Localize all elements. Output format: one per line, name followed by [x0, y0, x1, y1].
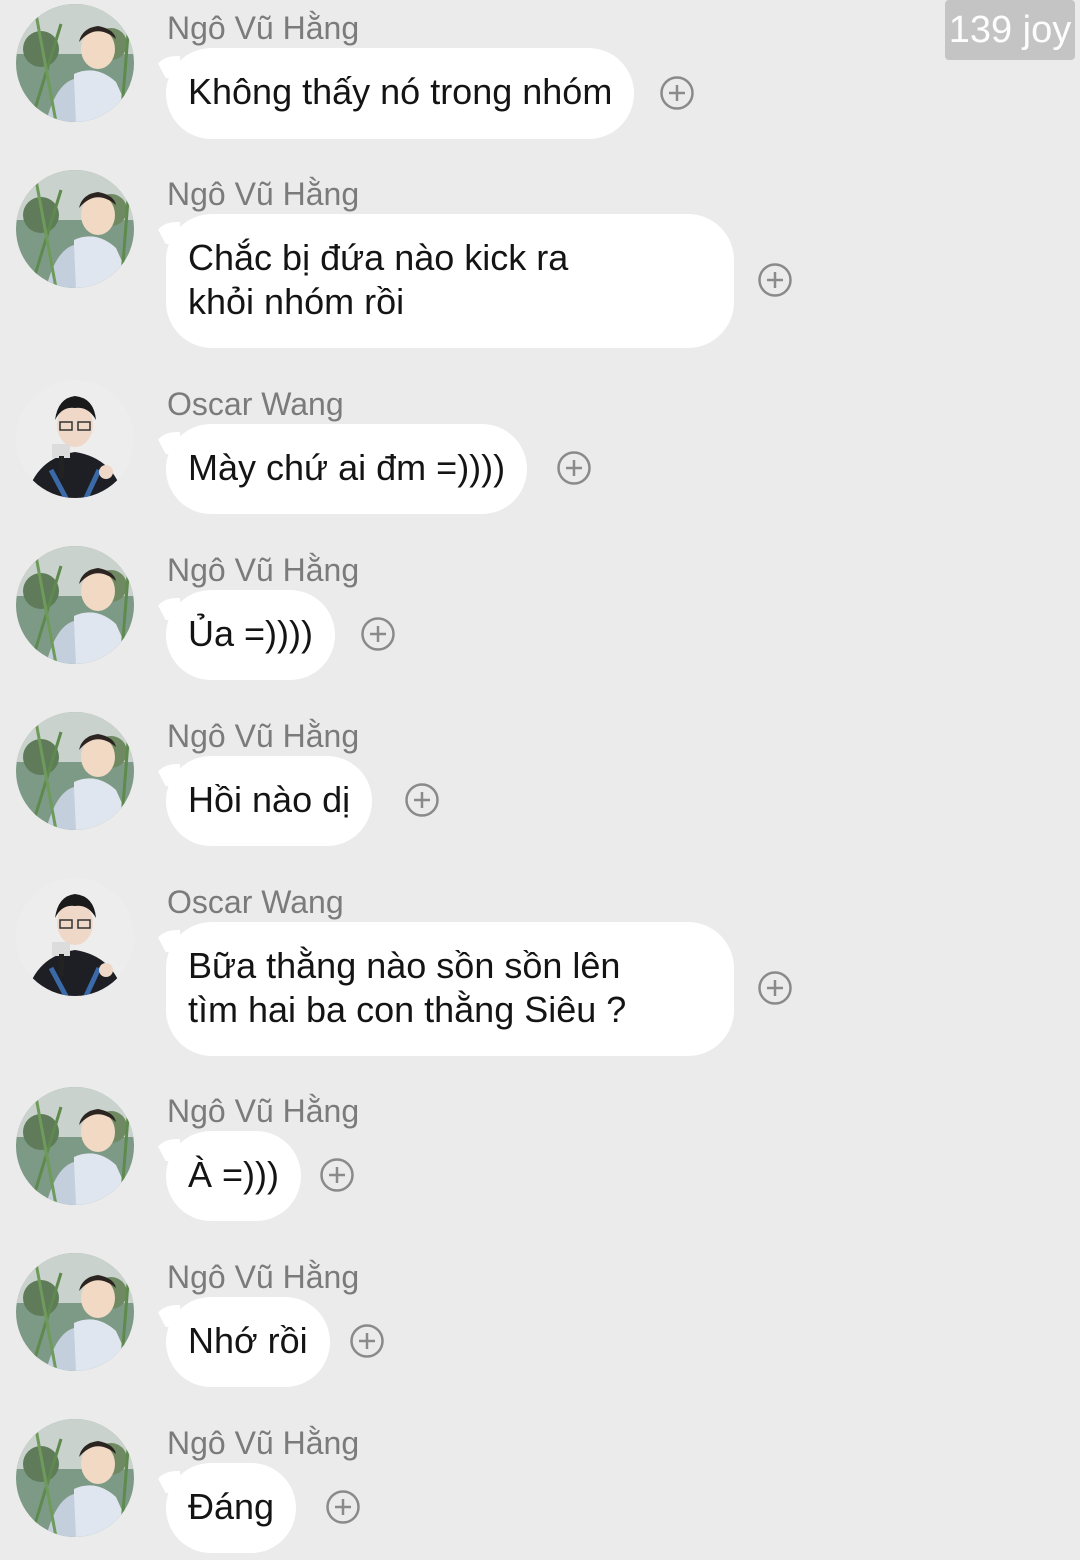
- sender-name: Ngô Vũ Hằng: [167, 10, 360, 46]
- user-avatar-oscar-icon[interactable]: [16, 878, 134, 996]
- add-reaction-icon[interactable]: [758, 971, 792, 1005]
- sender-name: Ngô Vũ Hằng: [167, 718, 360, 754]
- add-reaction-icon[interactable]: [405, 783, 439, 817]
- add-reaction-icon[interactable]: [660, 76, 694, 110]
- add-reaction-icon[interactable]: [326, 1490, 360, 1524]
- user-avatar-hang-icon[interactable]: [16, 1419, 134, 1537]
- message-bubble[interactable]: Ủa =)))): [166, 590, 335, 680]
- add-reaction-icon[interactable]: [557, 451, 591, 485]
- user-avatar-hang-icon[interactable]: [16, 4, 134, 122]
- message-bubble[interactable]: Không thấy nó trong nhóm: [166, 48, 635, 139]
- add-reaction-icon[interactable]: [758, 263, 792, 297]
- sender-name: Ngô Vũ Hằng: [167, 552, 360, 588]
- user-avatar-hang-icon[interactable]: [16, 546, 134, 664]
- message-bubble[interactable]: Mày chứ ai đm =)))): [166, 424, 528, 514]
- user-avatar-oscar-icon[interactable]: [16, 380, 134, 498]
- message-bubble[interactable]: Nhớ rồi: [166, 1297, 330, 1387]
- watermark-badge: 139 joy: [945, 0, 1075, 60]
- message-bubble[interactable]: Đáng: [166, 1463, 297, 1553]
- message-bubble[interactable]: Chắc bị đứa nào kick ra khỏi nhóm rồi: [166, 214, 734, 348]
- sender-name: Ngô Vũ Hằng: [167, 1259, 360, 1295]
- user-avatar-hang-icon[interactable]: [16, 170, 134, 288]
- sender-name: Oscar Wang: [167, 386, 344, 422]
- sender-name: Ngô Vũ Hằng: [167, 1093, 360, 1129]
- message-bubble[interactable]: Hồi nào dị: [166, 756, 373, 846]
- add-reaction-icon[interactable]: [320, 1158, 354, 1192]
- add-reaction-icon[interactable]: [361, 617, 395, 651]
- chat-thread: Ngô Vũ Hằng Không thấy nó trong nhóm Ngô…: [0, 0, 1080, 1560]
- user-avatar-hang-icon[interactable]: [16, 712, 134, 830]
- user-avatar-hang-icon[interactable]: [16, 1253, 134, 1371]
- sender-name: Ngô Vũ Hằng: [167, 1425, 360, 1461]
- message-bubble[interactable]: Bữa thằng nào sồn sồn lên tìm hai ba con…: [166, 922, 734, 1056]
- sender-name: Oscar Wang: [167, 884, 344, 920]
- add-reaction-icon[interactable]: [350, 1324, 384, 1358]
- sender-name: Ngô Vũ Hằng: [167, 176, 360, 212]
- message-bubble[interactable]: À =))): [166, 1131, 302, 1221]
- user-avatar-hang-icon[interactable]: [16, 1087, 134, 1205]
